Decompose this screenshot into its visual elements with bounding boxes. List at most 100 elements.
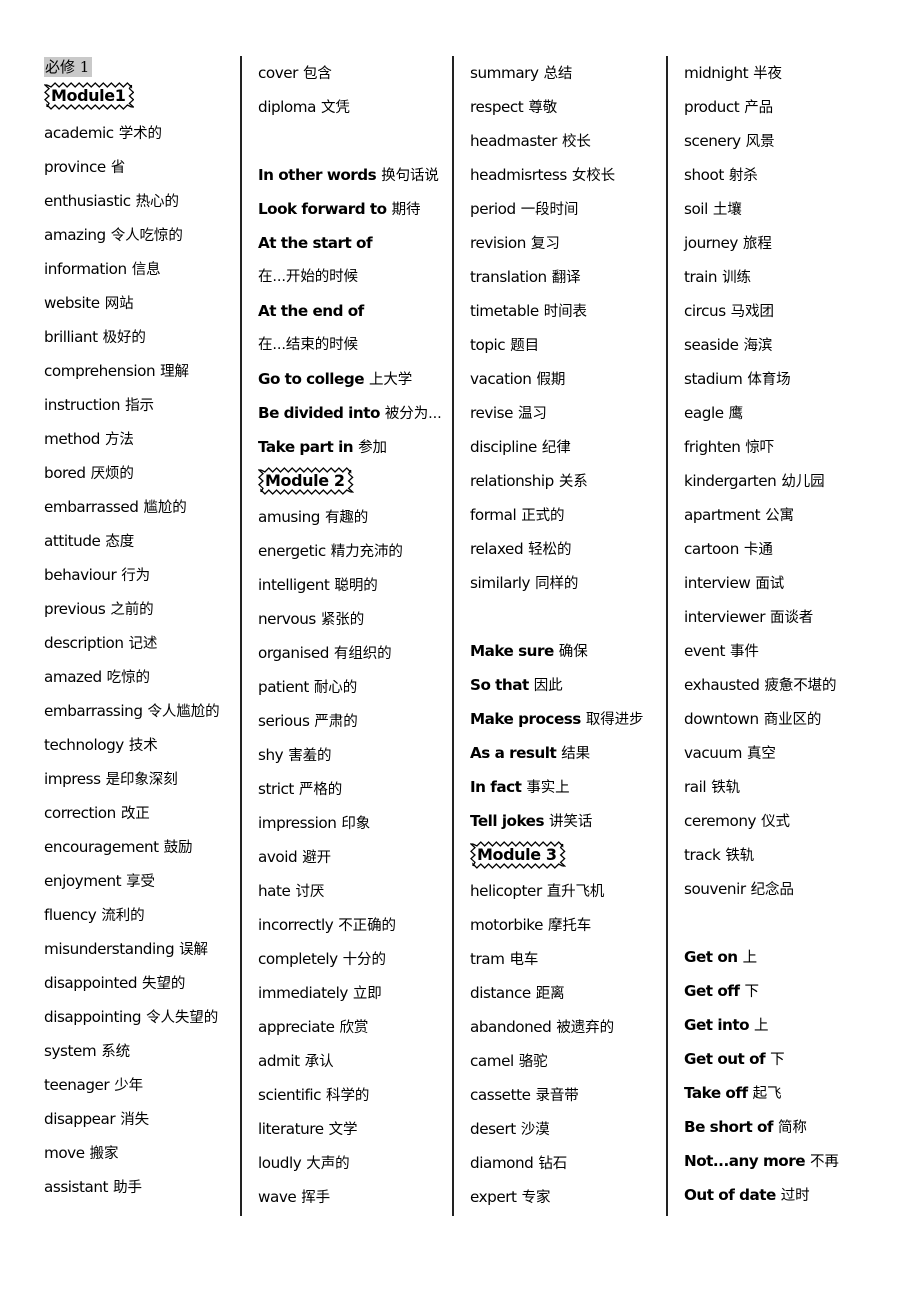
entry-english: description [44, 634, 124, 652]
entry-chinese: 面试 [755, 576, 785, 592]
entry-english: Not...any more [684, 1152, 806, 1170]
entry-chinese: 误解 [179, 942, 208, 958]
vocabulary-entry: strict 严格的 [258, 772, 444, 806]
entry-chinese: 严格的 [298, 782, 343, 798]
entry-english: embarrassed [44, 498, 139, 516]
vocabulary-entry: encouragement 鼓励 [44, 830, 232, 864]
entry-english: nervous [258, 610, 316, 628]
entry-english: revise [470, 404, 514, 422]
phrase-entry: Get on 上 [684, 940, 886, 974]
vocabulary-entry: diploma 文凭 [258, 90, 444, 124]
module-heading-label: Module1 [51, 86, 126, 105]
entry-chinese: 令人失望的 [146, 1010, 219, 1026]
entry-english: event [684, 642, 726, 660]
entry-chinese: 不再 [810, 1154, 839, 1170]
entry-english: vacation [470, 370, 532, 388]
entry-chinese: 总结 [543, 66, 573, 82]
entry-english: patient [258, 678, 309, 696]
entry-english: avoid [258, 848, 298, 866]
entry-chinese: 时间表 [543, 304, 587, 320]
vocabulary-entry: camel 骆驼 [470, 1044, 658, 1078]
entry-english: Go to college [258, 370, 365, 388]
vocabulary-entry: website 网站 [44, 286, 232, 320]
vocabulary-entry: move 搬家 [44, 1136, 232, 1170]
vocabulary-entry: cover 包含 [258, 56, 444, 90]
entry-chinese: 假期 [536, 372, 566, 388]
vocabulary-entry: translation 翻译 [470, 260, 658, 294]
entry-english: apartment [684, 506, 761, 524]
entry-chinese: 文凭 [320, 100, 350, 116]
vocabulary-entry: circus 马戏团 [684, 294, 886, 328]
entry-english: method [44, 430, 100, 448]
entry-english: amazing [44, 226, 106, 244]
entry-english: scenery [684, 132, 741, 150]
entry-chinese: 指示 [125, 398, 154, 414]
entry-english: In other words [258, 166, 377, 184]
entry-english: topic [470, 336, 506, 354]
vocabulary-entry: method 方法 [44, 422, 232, 456]
vocabulary-entry: enthusiastic 热心的 [44, 184, 232, 218]
vocabulary-entry: product 产品 [684, 90, 886, 124]
entry-chinese: 尴尬的 [143, 500, 187, 516]
entry-english: brilliant [44, 328, 98, 346]
vocabulary-entry: disappointing 令人失望的 [44, 1000, 232, 1034]
vocabulary-entry: completely 十分的 [258, 942, 444, 976]
vocabulary-entry: soil 土壤 [684, 192, 886, 226]
entry-chinese: 失望的 [142, 976, 186, 992]
vocabulary-entry: previous 之前的 [44, 592, 232, 626]
entry-chinese: 复习 [530, 236, 560, 252]
entry-english: attitude [44, 532, 101, 550]
entry-english: system [44, 1042, 97, 1060]
vocabulary-entry: vacuum 真空 [684, 736, 886, 770]
entry-english: Be short of [684, 1118, 774, 1136]
entry-english: cassette [470, 1086, 531, 1104]
entry-chinese: 下 [744, 984, 759, 1000]
entry-chinese: 有组织的 [333, 646, 392, 662]
entry-english: ceremony [684, 812, 757, 830]
vocabulary-entry: topic 题目 [470, 328, 658, 362]
vocabulary-entry: seaside 海滨 [684, 328, 886, 362]
phrase-entry: Look forward to 期待 [258, 192, 444, 226]
entry-chinese: 科学的 [326, 1088, 370, 1104]
entry-english: helicopter [470, 882, 542, 900]
entry-english: Tell jokes [470, 812, 545, 830]
entry-english: interview [684, 574, 751, 592]
entry-english: enthusiastic [44, 192, 131, 210]
entry-english: literature [258, 1120, 324, 1138]
entry-chinese: 省 [110, 160, 126, 176]
entry-english: behaviour [44, 566, 117, 584]
entry-english: comprehension [44, 362, 156, 380]
entry-english: kindergarten [684, 472, 777, 490]
vocabulary-entry: souvenir 纪念品 [684, 872, 886, 906]
phrase-entry: Get out of 下 [684, 1042, 886, 1076]
vocabulary-entry: kindergarten 幼儿园 [684, 464, 886, 498]
vocabulary-entry: exhausted 疲惫不堪的 [684, 668, 886, 702]
phrase-entry: Go to college 上大学 [258, 362, 444, 396]
entry-chinese: 风景 [745, 134, 775, 150]
entry-chinese: 训练 [722, 270, 751, 286]
spacer-row [258, 124, 444, 158]
entry-chinese: 产品 [744, 100, 774, 116]
entry-english: seaside [684, 336, 739, 354]
column-2: cover 包含 diploma 文凭 In other words 换句话说 Look … [240, 56, 452, 1216]
entry-english: formal [470, 506, 517, 524]
vocabulary-entry: academic 学术的 [44, 116, 232, 150]
entry-chinese: 避开 [302, 850, 332, 866]
vocabulary-entry: brilliant 极好的 [44, 320, 232, 354]
vocabulary-entry: misunderstanding 误解 [44, 932, 232, 966]
entry-english: product [684, 98, 740, 116]
entry-english: At the end of [258, 302, 364, 320]
entry-english: incorrectly [258, 916, 334, 934]
entry-chinese: 消失 [120, 1112, 150, 1128]
entry-chinese: 上 [742, 950, 758, 966]
vocabulary-entry: revision 复习 [470, 226, 658, 260]
entry-chinese: 幼儿园 [781, 474, 825, 490]
entry-english: Out of date [684, 1186, 776, 1204]
phrase-entry: Out of date 过时 [684, 1178, 886, 1212]
entry-english: Take off [684, 1084, 748, 1102]
entry-english: So that [470, 676, 529, 694]
vocabulary-entry: fluency 流利的 [44, 898, 232, 932]
entry-english: encouragement [44, 838, 159, 856]
entry-english: train [684, 268, 718, 286]
vocabulary-entry: shoot 射杀 [684, 158, 886, 192]
